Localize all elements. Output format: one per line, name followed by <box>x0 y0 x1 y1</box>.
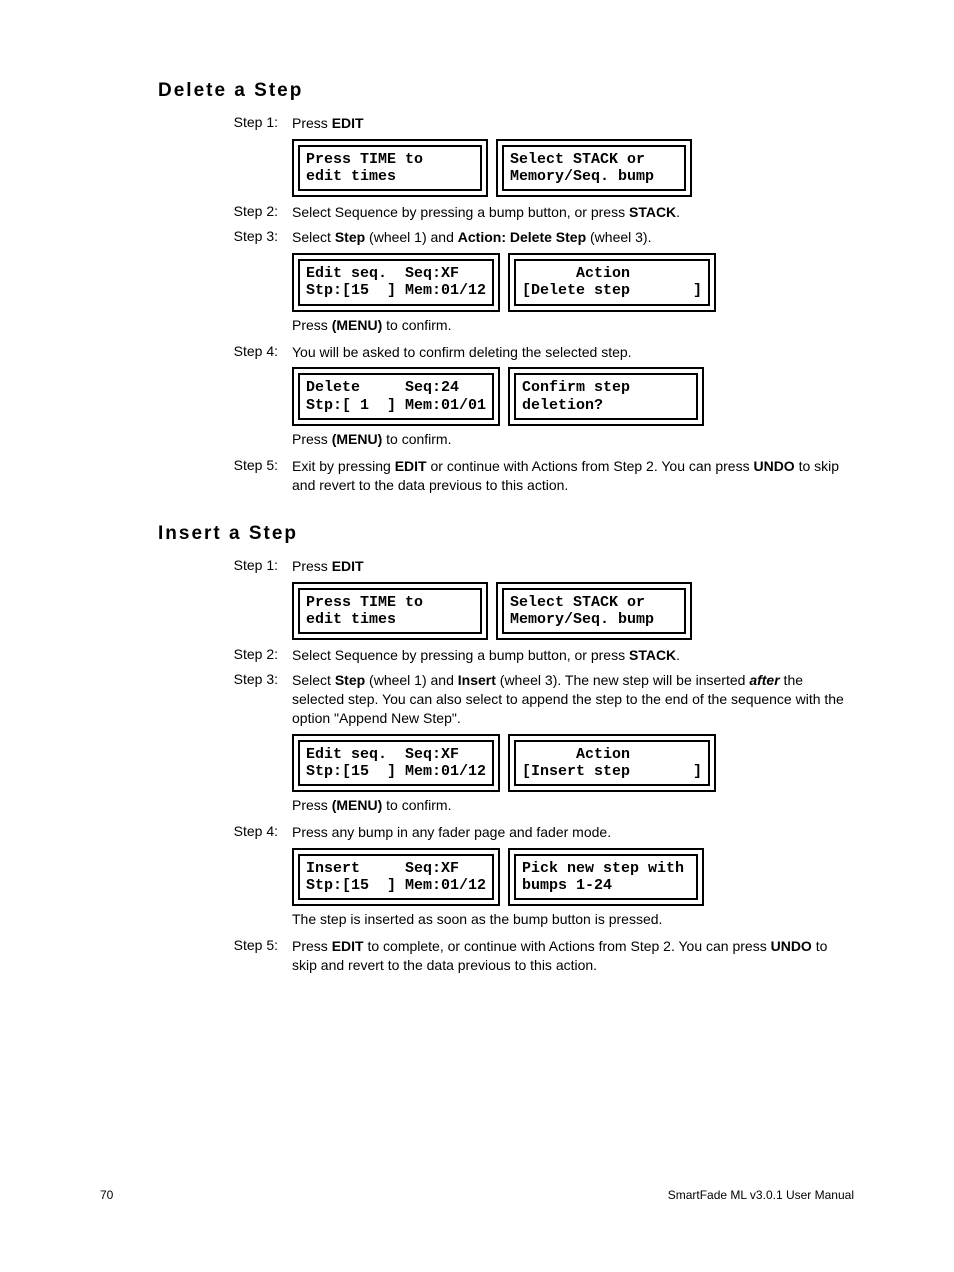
lcd-text: Press TIME to edit times <box>298 145 482 192</box>
text: Press <box>292 431 332 447</box>
text: . <box>676 647 680 663</box>
step-label: Step 4: <box>208 343 292 362</box>
text: to confirm. <box>382 797 451 813</box>
step-label: Step 1: <box>208 114 292 133</box>
lcd-box: Select STACK or Memory/Seq. bump <box>496 139 692 198</box>
lcd-text: Action [Insert step ] <box>514 740 710 787</box>
footer-title: SmartFade ML v3.0.1 User Manual <box>668 1188 854 1202</box>
bold: Step <box>335 672 365 688</box>
heading-delete: Delete a Step <box>158 80 854 102</box>
lcd-box: Insert Seq:XF Stp:[15 ] Mem:01/12 <box>292 848 500 907</box>
text: Select Sequence by pressing a bump butto… <box>292 647 629 663</box>
bold: Action: Delete Step <box>458 229 586 245</box>
italic: after <box>749 672 779 688</box>
lcd-text: Select STACK or Memory/Seq. bump <box>502 588 686 635</box>
lcd-box: Delete Seq:24 Stp:[ 1 ] Mem:01/01 <box>292 367 500 426</box>
step-body: Exit by pressing EDIT or continue with A… <box>292 457 854 495</box>
text: (wheel 1) and <box>365 229 458 245</box>
key-undo: UNDO <box>771 938 812 954</box>
step-label: Step 4: <box>208 823 292 842</box>
lcd-text: Edit seq. Seq:XF Stp:[15 ] Mem:01/12 <box>298 740 494 787</box>
lcd-box: Press TIME to edit times <box>292 139 488 198</box>
text: to confirm. <box>382 431 451 447</box>
lcd-text: Confirm step deletion? <box>514 373 698 420</box>
lcd-box: Edit seq. Seq:XF Stp:[15 ] Mem:01/12 <box>292 734 500 793</box>
lcd-text: Insert Seq:XF Stp:[15 ] Mem:01/12 <box>298 854 494 901</box>
bold: Insert <box>458 672 496 688</box>
lcd-text: Edit seq. Seq:XF Stp:[15 ] Mem:01/12 <box>298 259 494 306</box>
text: (wheel 3). <box>586 229 651 245</box>
lcd-box: Confirm step deletion? <box>508 367 704 426</box>
text: to complete, or continue with Actions fr… <box>364 938 771 954</box>
lcd-text: Press TIME to edit times <box>298 588 482 635</box>
text: Select Sequence by pressing a bump butto… <box>292 204 629 220</box>
step-label: Step 1: <box>208 557 292 576</box>
step-body: Select Sequence by pressing a bump butto… <box>292 203 854 222</box>
text: Press <box>292 938 332 954</box>
step-label: Step 2: <box>208 646 292 665</box>
text: Press <box>292 797 332 813</box>
after-lcd-text: Press (MENU) to confirm. <box>292 430 854 449</box>
text: Press <box>292 558 332 574</box>
lcd-box: Pick new step with bumps 1-24 <box>508 848 704 907</box>
lcd-box: Action [Delete step ] <box>508 253 716 312</box>
lcd-text: Pick new step with bumps 1-24 <box>514 854 698 901</box>
text: to confirm. <box>382 317 451 333</box>
lcd-text: Action [Delete step ] <box>514 259 710 306</box>
key-undo: UNDO <box>753 458 794 474</box>
text: Press <box>292 115 332 131</box>
lcd-text: Select STACK or Memory/Seq. bump <box>502 145 686 192</box>
step-body: Select Step (wheel 1) and Insert (wheel … <box>292 671 854 728</box>
heading-insert: Insert a Step <box>158 523 854 545</box>
step-label: Step 2: <box>208 203 292 222</box>
step-body: Press EDIT to complete, or continue with… <box>292 937 854 975</box>
text: Select <box>292 229 335 245</box>
key-menu: (MENU) <box>332 797 383 813</box>
step-label: Step 3: <box>208 671 292 728</box>
key-menu: (MENU) <box>332 431 383 447</box>
lcd-box: Press TIME to edit times <box>292 582 488 641</box>
key-menu: (MENU) <box>332 317 383 333</box>
lcd-text: Delete Seq:24 Stp:[ 1 ] Mem:01/01 <box>298 373 494 420</box>
step-label: Step 5: <box>208 937 292 975</box>
bold: Step <box>335 229 365 245</box>
text: (wheel 3). The new step will be inserted <box>496 672 749 688</box>
lcd-box: Action [Insert step ] <box>508 734 716 793</box>
text: . <box>676 204 680 220</box>
text: Exit by pressing <box>292 458 395 474</box>
step-body: Select Step (wheel 1) and Action: Delete… <box>292 228 854 247</box>
after-lcd-text: Press (MENU) to confirm. <box>292 796 854 815</box>
after-lcd-text: The step is inserted as soon as the bump… <box>292 910 854 929</box>
after-lcd-text: Press (MENU) to confirm. <box>292 316 854 335</box>
key-edit: EDIT <box>395 458 427 474</box>
text: Press <box>292 317 332 333</box>
page-number: 70 <box>100 1188 113 1202</box>
step-body: Press EDIT <box>292 114 854 133</box>
step-label: Step 3: <box>208 228 292 247</box>
lcd-box: Edit seq. Seq:XF Stp:[15 ] Mem:01/12 <box>292 253 500 312</box>
text: Select <box>292 672 335 688</box>
step-label: Step 5: <box>208 457 292 495</box>
step-body: You will be asked to confirm deleting th… <box>292 343 854 362</box>
text: (wheel 1) and <box>365 672 458 688</box>
step-body: Press any bump in any fader page and fad… <box>292 823 854 842</box>
step-body: Press EDIT <box>292 557 854 576</box>
key-edit: EDIT <box>332 938 364 954</box>
lcd-box: Select STACK or Memory/Seq. bump <box>496 582 692 641</box>
key-stack: STACK <box>629 647 676 663</box>
key-stack: STACK <box>629 204 676 220</box>
text: or continue with Actions from Step 2. Yo… <box>427 458 754 474</box>
key-edit: EDIT <box>332 558 364 574</box>
key-edit: EDIT <box>332 115 364 131</box>
step-body: Select Sequence by pressing a bump butto… <box>292 646 854 665</box>
